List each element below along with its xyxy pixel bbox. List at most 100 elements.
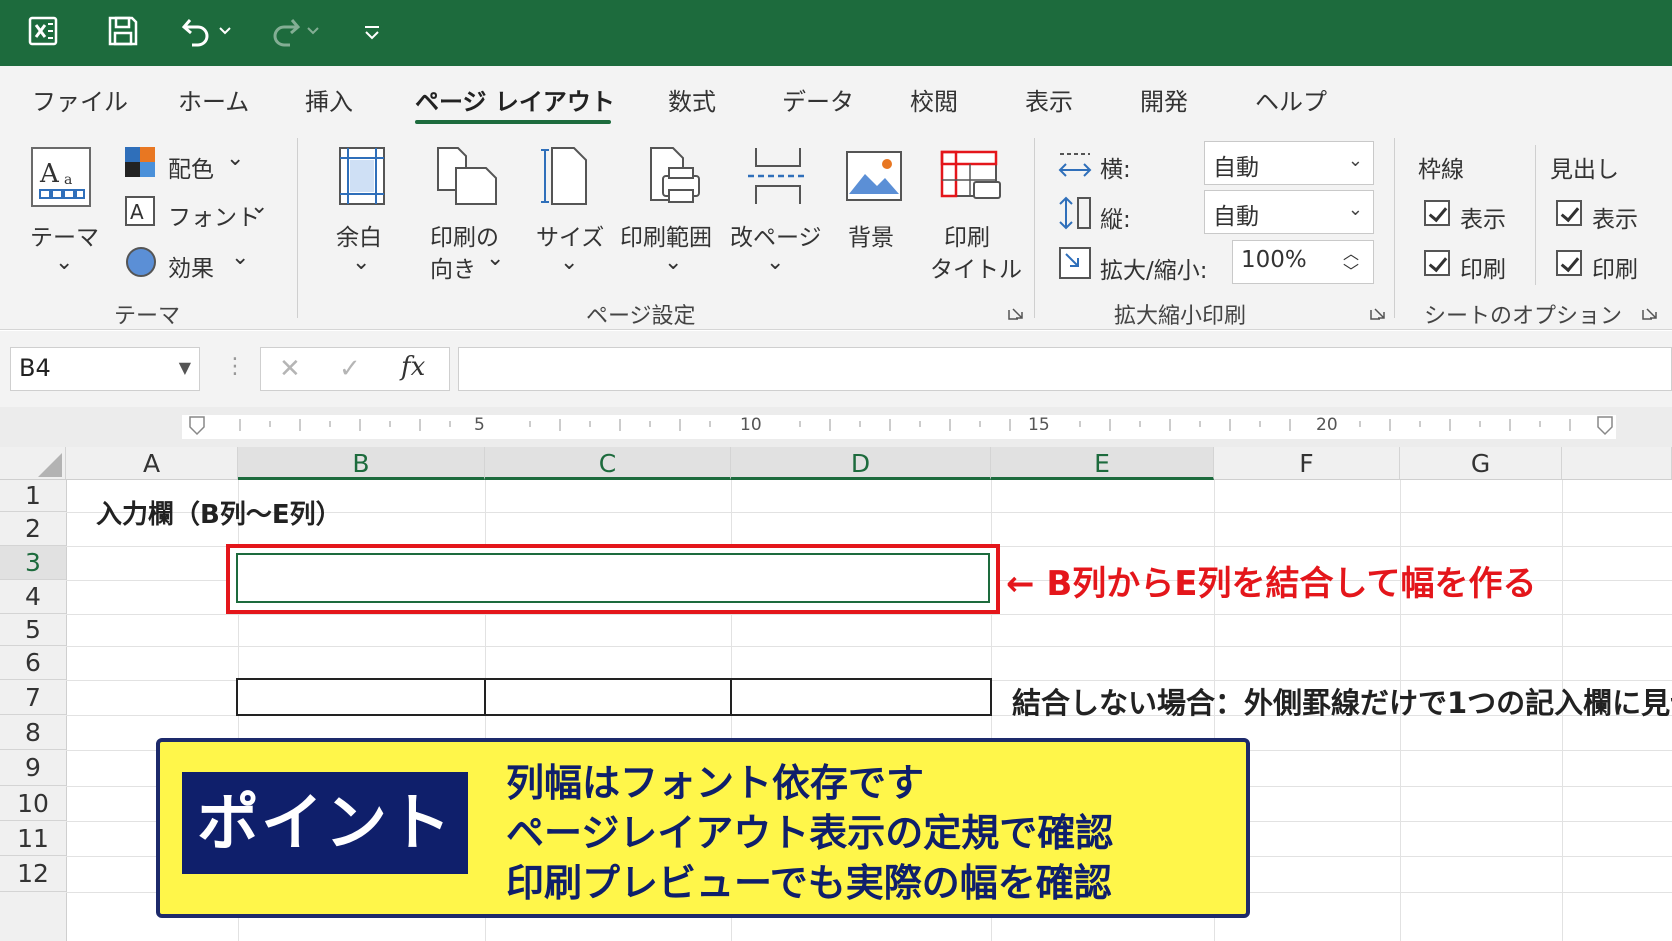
print-titles-label-1[interactable]: 印刷 bbox=[944, 218, 990, 252]
row-header-8[interactable]: 8 bbox=[0, 715, 66, 750]
tab-data[interactable]: データ bbox=[782, 82, 854, 117]
customize-quick-access-icon[interactable] bbox=[362, 14, 382, 48]
save-icon[interactable] bbox=[106, 14, 140, 48]
size-label[interactable]: サイズ bbox=[536, 218, 604, 252]
colors-icon[interactable] bbox=[125, 147, 155, 177]
column-header-g[interactable]: G bbox=[1400, 447, 1562, 480]
fonts-chevron-icon[interactable]: ⌄ bbox=[250, 194, 268, 219]
scale-label: 拡大/縮小: bbox=[1100, 258, 1208, 284]
bordered-cell-d7[interactable] bbox=[730, 678, 992, 716]
print-area-chevron-icon[interactable]: ⌄ bbox=[664, 250, 682, 275]
svg-text:a: a bbox=[64, 172, 72, 188]
row-header-11[interactable]: 11 bbox=[0, 821, 66, 856]
row-header-7[interactable]: 7 bbox=[0, 680, 66, 715]
tab-home[interactable]: ホーム bbox=[178, 82, 249, 117]
insert-function-icon[interactable]: fx bbox=[401, 352, 425, 382]
row-header-10[interactable]: 10 bbox=[0, 786, 66, 821]
row-header-2[interactable]: 2 bbox=[0, 512, 66, 546]
column-header-blank[interactable] bbox=[1562, 447, 1672, 480]
ruler-ticks bbox=[182, 415, 1616, 439]
redo-icon[interactable] bbox=[268, 14, 326, 48]
effects-icon[interactable] bbox=[125, 246, 157, 278]
margins-icon[interactable] bbox=[338, 146, 386, 206]
size-icon[interactable] bbox=[540, 146, 590, 206]
row-header-9[interactable]: 9 bbox=[0, 750, 66, 786]
formula-input[interactable] bbox=[458, 347, 1672, 391]
tab-view[interactable]: 表示 bbox=[1025, 82, 1073, 117]
effects-chevron-icon[interactable]: ⌄ bbox=[231, 245, 249, 270]
tab-page-layout[interactable]: ページ レイアウト bbox=[415, 82, 615, 117]
tab-formulas[interactable]: 数式 bbox=[668, 82, 716, 117]
point-line-2: ページレイアウト表示の定規で確認 bbox=[506, 811, 1114, 855]
breaks-label[interactable]: 改ページ bbox=[730, 218, 822, 252]
theme-icon[interactable]: Aa bbox=[30, 146, 92, 208]
fonts-label[interactable]: フォント bbox=[168, 198, 260, 232]
background-label[interactable]: 背景 bbox=[848, 218, 894, 252]
theme-chevron-icon[interactable]: ⌄ bbox=[55, 250, 73, 275]
row-header-4[interactable]: 4 bbox=[0, 580, 66, 614]
ribbon-separator bbox=[1034, 138, 1035, 318]
formula-bar-grip-icon[interactable]: ⋮ bbox=[224, 354, 246, 379]
excel-logo-icon[interactable] bbox=[26, 14, 60, 48]
scale-launcher-icon[interactable] bbox=[1370, 304, 1386, 320]
bordered-cell-b7[interactable] bbox=[236, 678, 486, 716]
page-setup-launcher-icon[interactable] bbox=[1008, 304, 1024, 320]
breaks-icon[interactable] bbox=[748, 146, 808, 206]
tab-insert[interactable]: 挿入 bbox=[305, 82, 353, 117]
theme-button-label[interactable]: テーマ bbox=[30, 218, 99, 252]
column-header-a[interactable]: A bbox=[66, 447, 238, 480]
orientation-label-2[interactable]: 向き bbox=[430, 250, 476, 284]
orientation-chevron-icon[interactable]: ⌄ bbox=[486, 246, 504, 271]
colors-chevron-icon[interactable]: ⌄ bbox=[226, 146, 244, 171]
gridlines-print-checkbox[interactable] bbox=[1424, 250, 1450, 276]
column-header-c[interactable]: C bbox=[485, 447, 731, 480]
fonts-icon[interactable]: A bbox=[125, 196, 155, 226]
undo-icon[interactable] bbox=[180, 14, 238, 48]
row-header-12[interactable]: 12 bbox=[0, 856, 66, 892]
size-chevron-icon[interactable]: ⌄ bbox=[560, 250, 578, 275]
gridlines-view-checkbox[interactable] bbox=[1424, 200, 1450, 226]
column-header-b[interactable]: B bbox=[238, 447, 485, 480]
width-select[interactable]: 自動 ⌄ bbox=[1204, 141, 1374, 185]
tab-developer[interactable]: 開発 bbox=[1140, 82, 1188, 117]
row-header-5[interactable]: 5 bbox=[0, 614, 66, 646]
sheet-options-launcher-icon[interactable] bbox=[1642, 304, 1658, 320]
row-header-3[interactable]: 3 bbox=[0, 546, 66, 580]
headings-print-checkbox[interactable] bbox=[1556, 250, 1582, 276]
chevron-down-icon: ⌄ bbox=[1347, 199, 1363, 220]
gridlines-heading: 枠線 bbox=[1418, 157, 1464, 183]
colors-label[interactable]: 配色 bbox=[168, 150, 214, 184]
tab-help[interactable]: ヘルプ bbox=[1255, 82, 1327, 117]
column-header-f[interactable]: F bbox=[1214, 447, 1400, 480]
chevron-down-icon[interactable]: ▼ bbox=[179, 358, 191, 377]
orientation-icon[interactable] bbox=[436, 146, 498, 206]
breaks-chevron-icon[interactable]: ⌄ bbox=[766, 250, 784, 275]
tab-review[interactable]: 校閲 bbox=[910, 82, 958, 117]
print-titles-icon[interactable] bbox=[940, 150, 1002, 206]
merged-input-cell[interactable] bbox=[236, 553, 990, 603]
select-all-button[interactable] bbox=[0, 447, 66, 480]
name-box[interactable]: B4 ▼ bbox=[10, 347, 200, 391]
print-area-label[interactable]: 印刷範囲 bbox=[620, 218, 712, 252]
bordered-cell-c7[interactable] bbox=[484, 678, 732, 716]
column-header-d[interactable]: D bbox=[731, 447, 991, 480]
column-header-e[interactable]: E bbox=[991, 447, 1214, 480]
print-area-icon[interactable] bbox=[645, 146, 703, 206]
margins-chevron-icon[interactable]: ⌄ bbox=[352, 250, 370, 275]
headings-view-checkbox[interactable] bbox=[1556, 200, 1582, 226]
print-titles-label-2[interactable]: タイトル bbox=[930, 250, 1022, 284]
background-icon[interactable] bbox=[845, 150, 903, 202]
row-header-blank bbox=[0, 892, 66, 941]
ribbon-separator bbox=[1535, 145, 1536, 285]
enter-icon[interactable]: ✓ bbox=[339, 354, 361, 384]
spin-down-icon[interactable]: ﹀ bbox=[1343, 258, 1359, 282]
height-select[interactable]: 自動 ⌄ bbox=[1204, 190, 1374, 234]
input-title-cell[interactable]: 入力欄（B列〜E列） bbox=[96, 494, 342, 531]
horizontal-ruler[interactable]: 5 10 15 20 bbox=[0, 407, 1672, 447]
cancel-icon[interactable]: ✕ bbox=[279, 354, 301, 384]
row-header-1[interactable]: 1 bbox=[0, 480, 66, 512]
row-header-6[interactable]: 6 bbox=[0, 646, 66, 680]
effects-label[interactable]: 効果 bbox=[168, 249, 214, 283]
margins-label[interactable]: 余白 bbox=[336, 218, 382, 252]
tab-file[interactable]: ファイル bbox=[32, 82, 128, 117]
